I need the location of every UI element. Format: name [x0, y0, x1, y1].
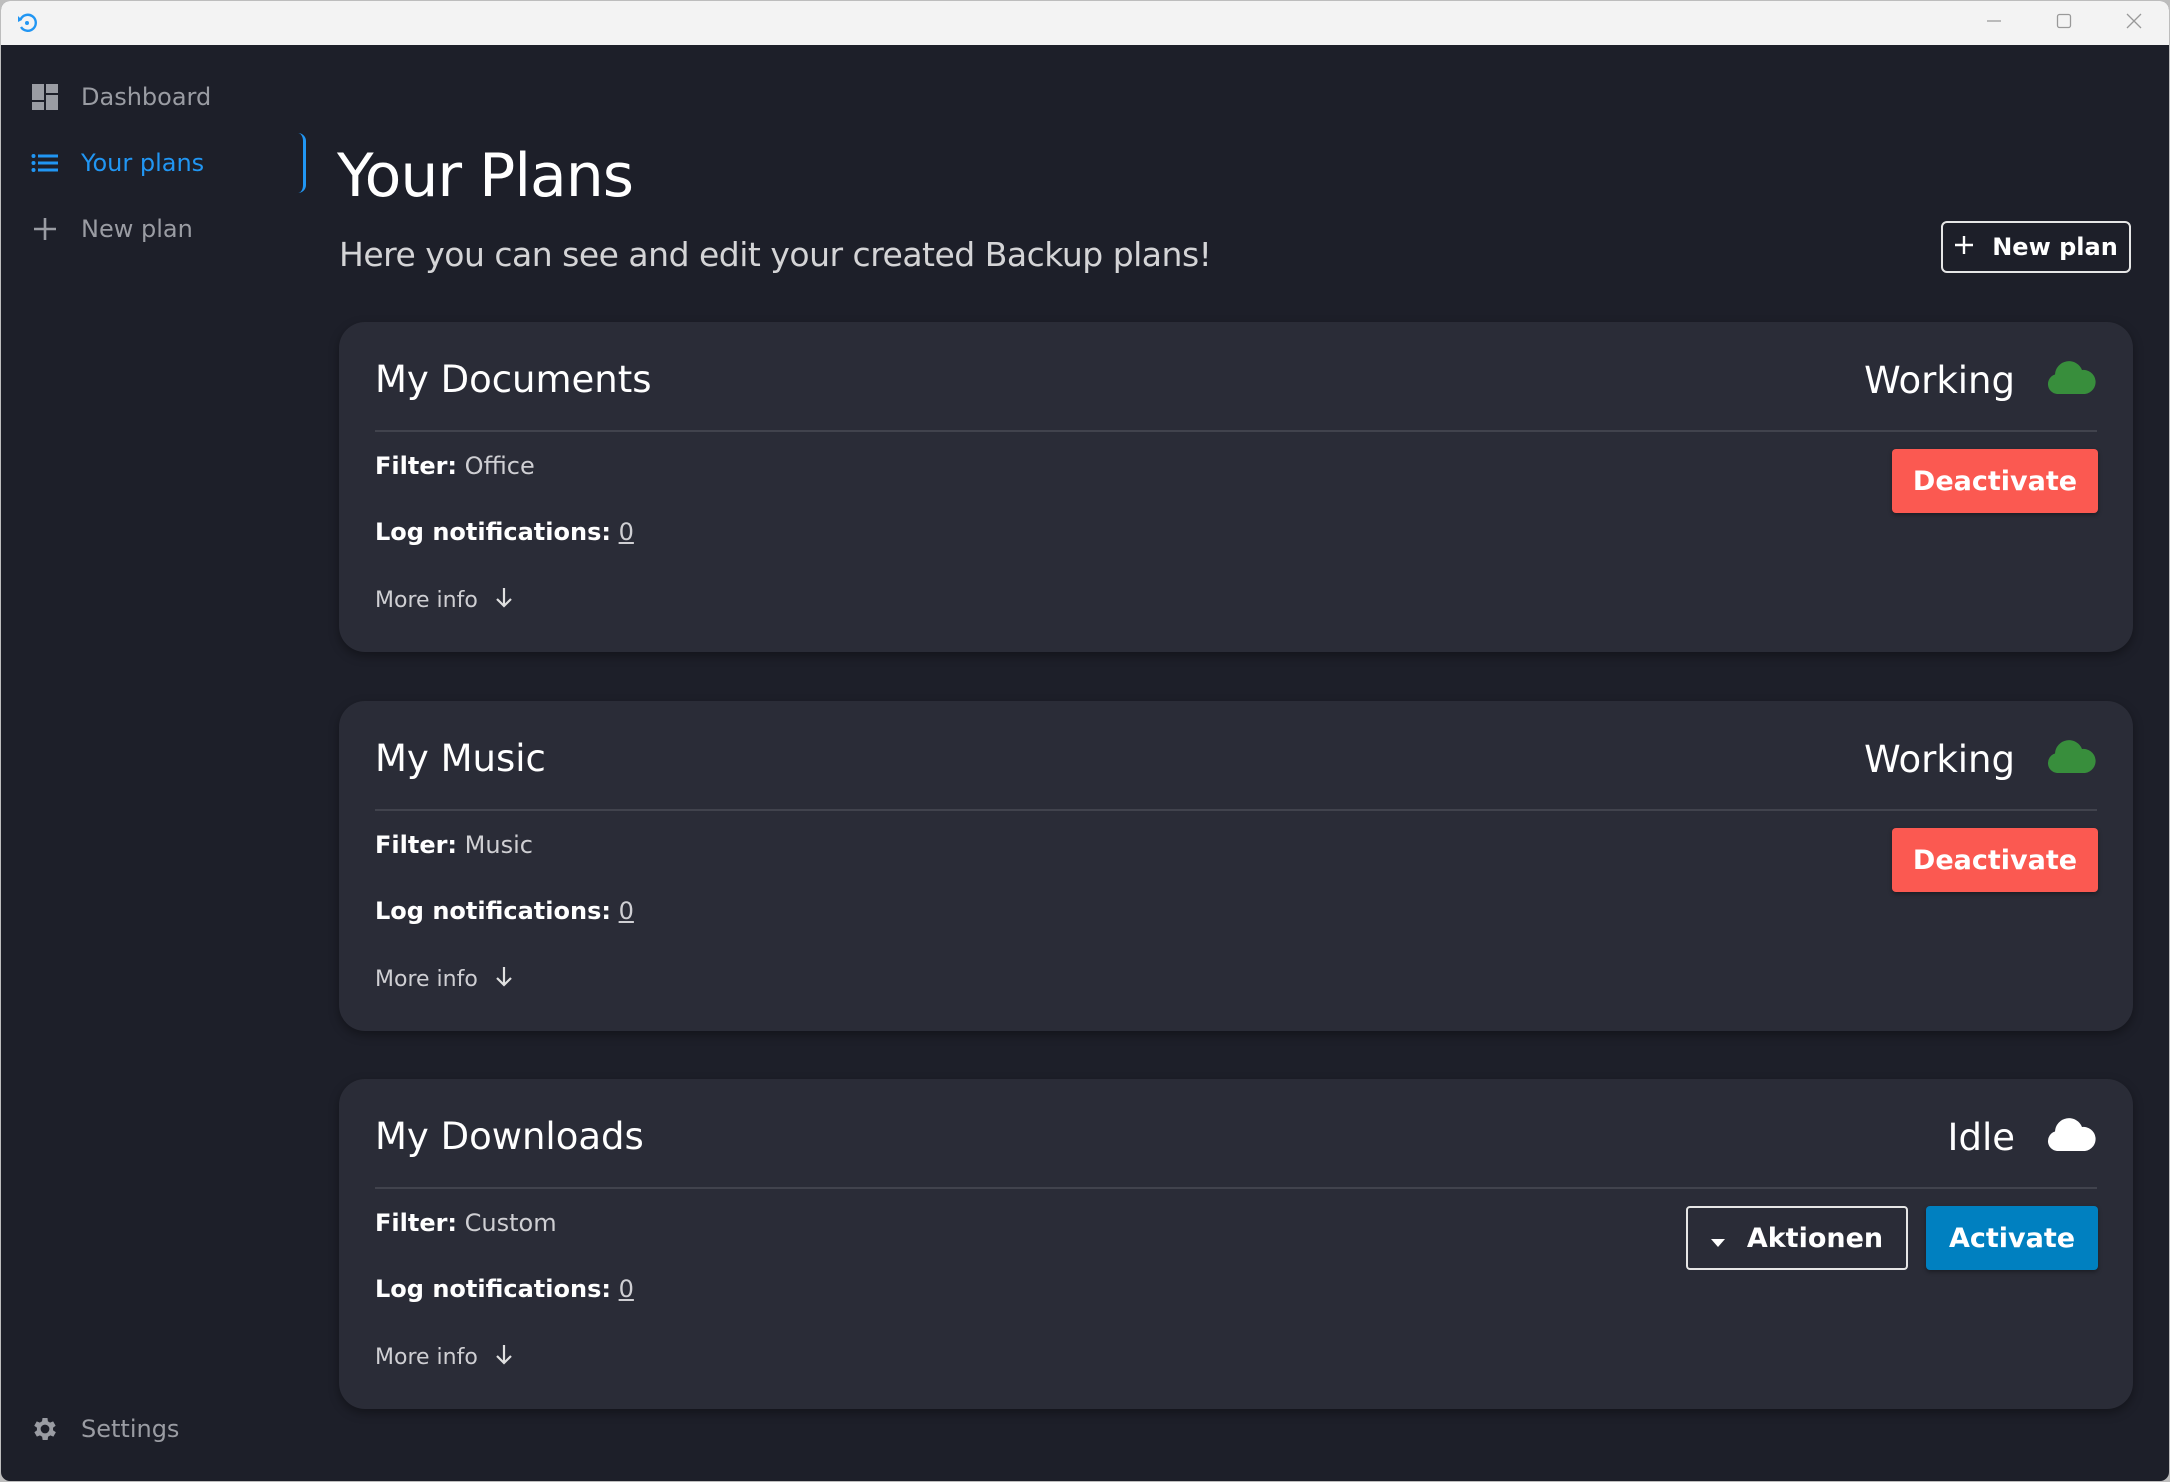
plus-icon — [1954, 233, 1974, 261]
log-count-link[interactable]: 0 — [619, 1275, 634, 1303]
cloud-icon — [2045, 1113, 2097, 1162]
gear-icon — [29, 1413, 61, 1445]
plan-name: My Documents — [375, 358, 652, 401]
plan-status: Working — [1864, 356, 2097, 405]
log-count-link[interactable]: 0 — [619, 518, 634, 546]
plan-status: Idle — [1948, 1113, 2097, 1162]
caret-down-icon — [1710, 1223, 1725, 1254]
title-bar — [1, 1, 2169, 45]
dashboard-icon — [29, 81, 61, 113]
deactivate-button[interactable]: Deactivate — [1892, 828, 2098, 892]
more-info-toggle[interactable]: More info — [375, 965, 514, 993]
more-info-label: More info — [375, 1344, 478, 1370]
filter-value: Office — [464, 452, 535, 480]
card-divider — [375, 1187, 2097, 1189]
sidebar-item-new-plan[interactable]: New plan — [29, 207, 193, 251]
sidebar-item-settings[interactable]: Settings — [29, 1407, 179, 1451]
log-label: Log notifications: — [375, 518, 611, 546]
sidebar-item-label: Your plans — [81, 149, 205, 177]
cloud-icon — [2045, 356, 2097, 405]
arrow-down-icon — [494, 1343, 514, 1371]
plus-icon — [29, 213, 61, 245]
sidebar-item-your-plans[interactable]: Your plans — [29, 141, 204, 185]
plan-name: My Downloads — [375, 1115, 644, 1158]
minimize-icon — [1986, 13, 2002, 33]
maximize-button[interactable] — [2031, 1, 2097, 45]
active-nav-indicator — [297, 133, 306, 193]
aktionen-dropdown-button[interactable]: Aktionen — [1686, 1206, 1908, 1270]
arrow-down-icon — [494, 965, 514, 993]
activate-button[interactable]: Activate — [1926, 1206, 2098, 1270]
more-info-toggle[interactable]: More info — [375, 586, 514, 614]
plan-log-notifications: Log notifications: 0 — [375, 897, 634, 925]
more-info-label: More info — [375, 966, 478, 992]
status-text: Idle — [1947, 1116, 2015, 1159]
card-divider — [375, 430, 2097, 432]
filter-label: Filter: — [375, 831, 458, 859]
app-window: Dashboard Your plans New plan Settings Y… — [0, 0, 2170, 1482]
filter-label: Filter: — [375, 452, 458, 480]
plan-filter: Filter: Custom — [375, 1209, 557, 1237]
maximize-icon — [2056, 13, 2072, 33]
filter-label: Filter: — [375, 1209, 458, 1237]
plan-card: My Documents Working Filter: Office Log … — [339, 322, 2133, 652]
more-info-toggle[interactable]: More info — [375, 1343, 514, 1371]
filter-value: Custom — [464, 1209, 557, 1237]
plan-filter: Filter: Music — [375, 831, 533, 859]
sidebar-item-label: Settings — [81, 1415, 180, 1443]
page-subtitle: Here you can see and edit your created B… — [339, 235, 1212, 274]
new-plan-label: New plan — [1992, 233, 2118, 261]
card-divider — [375, 809, 2097, 811]
backup-restore-icon — [15, 11, 39, 35]
log-label: Log notifications: — [375, 897, 611, 925]
new-plan-button[interactable]: New plan — [1941, 221, 2131, 273]
sidebar-item-label: Dashboard — [81, 83, 212, 111]
close-icon — [2126, 13, 2142, 33]
status-text: Working — [1864, 359, 2015, 402]
minimize-button[interactable] — [1961, 1, 2027, 45]
plan-card: My Downloads Idle Filter: Custom Log not… — [339, 1079, 2133, 1409]
list-icon — [29, 147, 61, 179]
cloud-icon — [2045, 735, 2097, 784]
filter-value: Music — [464, 831, 533, 859]
sidebar-item-dashboard[interactable]: Dashboard — [29, 75, 211, 119]
plan-status: Working — [1864, 735, 2097, 784]
page-title: Your Plans — [337, 141, 634, 211]
arrow-down-icon — [494, 586, 514, 614]
sidebar-item-label: New plan — [81, 215, 193, 243]
more-info-label: More info — [375, 587, 478, 613]
status-text: Working — [1864, 738, 2015, 781]
deactivate-button[interactable]: Deactivate — [1892, 449, 2098, 513]
plan-card: My Music Working Filter: Music Log notif… — [339, 701, 2133, 1031]
close-button[interactable] — [2101, 1, 2167, 45]
plan-log-notifications: Log notifications: 0 — [375, 1275, 634, 1303]
plan-log-notifications: Log notifications: 0 — [375, 518, 634, 546]
log-label: Log notifications: — [375, 1275, 611, 1303]
plan-name: My Music — [375, 737, 546, 780]
log-count-link[interactable]: 0 — [619, 897, 634, 925]
aktionen-label: Aktionen — [1746, 1222, 1884, 1254]
plan-filter: Filter: Office — [375, 452, 535, 480]
